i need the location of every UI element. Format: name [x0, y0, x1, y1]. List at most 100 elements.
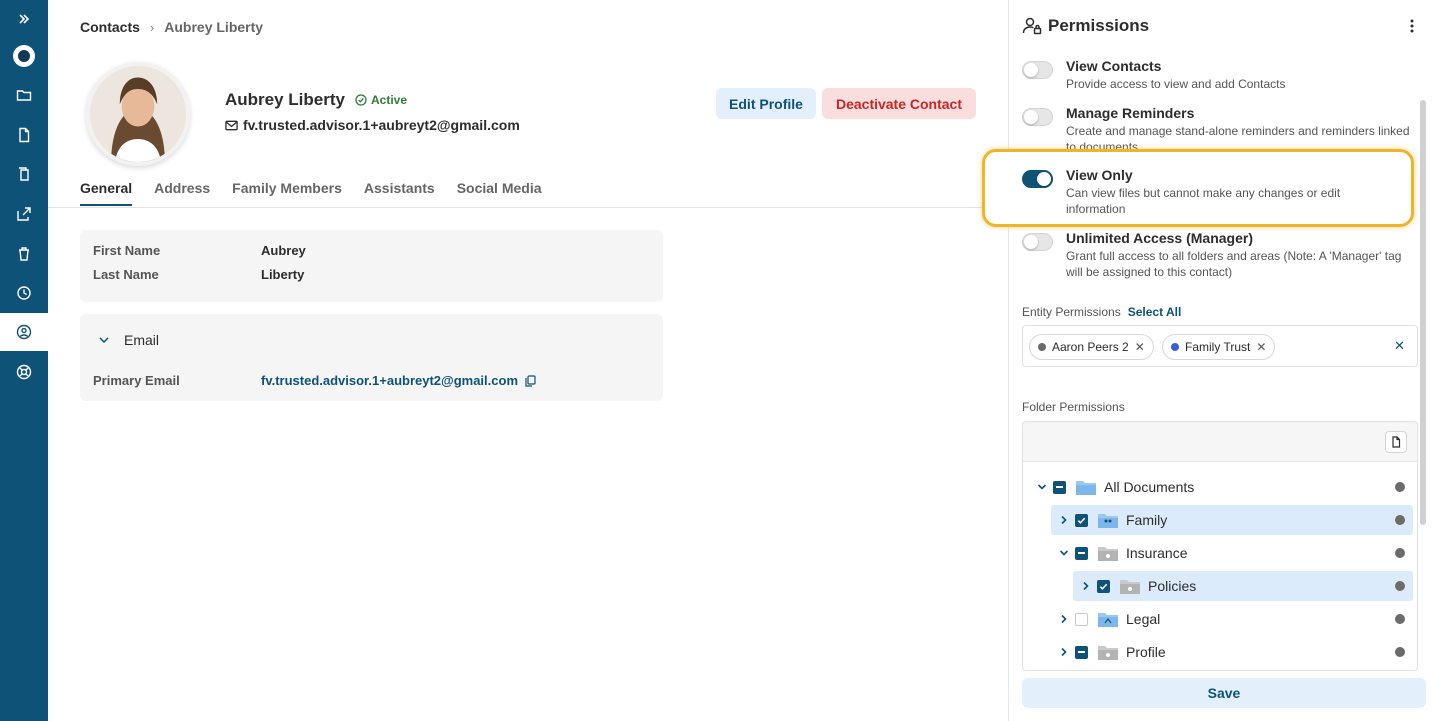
copy-icon[interactable]	[0, 155, 48, 193]
new-file-icon[interactable]	[1385, 431, 1407, 453]
folder-status-dot	[1395, 515, 1405, 525]
locked-folder-icon	[1098, 546, 1118, 561]
tab-general[interactable]: General	[80, 180, 133, 206]
edit-profile-button[interactable]: Edit Profile	[716, 88, 816, 119]
primary-email-link[interactable]: fv.trusted.advisor.1+aubreyt2@gmail.com	[261, 373, 536, 388]
more-options-icon[interactable]	[1404, 16, 1420, 36]
expand-icon[interactable]	[0, 0, 48, 38]
entity-chip-label: Aaron Peers 2	[1052, 340, 1129, 354]
view-contacts-toggle[interactable]	[1022, 61, 1053, 79]
save-button[interactable]: Save	[1022, 678, 1426, 708]
tree-row-family[interactable]: Family	[1051, 505, 1413, 535]
permission-description: Provide access to view and add Contacts	[1066, 77, 1286, 91]
mail-icon	[225, 120, 238, 130]
avatar	[86, 62, 190, 166]
entity-permissions-text: Entity Permissions	[1022, 305, 1121, 319]
folder-name: Profile	[1126, 644, 1166, 660]
breadcrumb-current: Aubrey Liberty	[164, 19, 264, 35]
permissions-title: Permissions	[1022, 16, 1149, 36]
document-icon[interactable]	[0, 116, 48, 154]
folder-checkbox[interactable]	[1075, 513, 1088, 527]
legal-folder-icon	[1098, 612, 1118, 627]
profile-name: Aubrey Liberty	[225, 90, 345, 109]
chevron-down-icon[interactable]	[1037, 482, 1047, 492]
last-name-value: Liberty	[261, 267, 305, 282]
family-folder-icon	[1098, 513, 1118, 528]
folder-checkbox[interactable]	[1097, 579, 1110, 593]
folder-name: All Documents	[1104, 479, 1195, 495]
unlimited-access-toggle[interactable]	[1022, 233, 1053, 251]
shield-logo-icon[interactable]	[13, 45, 35, 67]
chevron-right-icon[interactable]	[1059, 614, 1069, 624]
primary-email-value[interactable]: fv.trusted.advisor.1+aubreyt2@gmail.com	[261, 373, 518, 388]
permission-name: View Only	[1066, 167, 1133, 183]
status-badge: Active	[355, 93, 407, 107]
entity-chip: Family Trust ✕	[1162, 334, 1276, 360]
status-label: Active	[370, 93, 408, 107]
email-section-title: Email	[124, 332, 160, 348]
clock-icon[interactable]	[0, 274, 48, 312]
folder-status-dot	[1395, 482, 1405, 492]
folder-status-dot	[1395, 548, 1405, 558]
tab-social-media[interactable]: Social Media	[457, 180, 542, 206]
clear-entities-icon[interactable]: ✕	[1394, 338, 1405, 354]
tree-row-legal[interactable]: Legal	[1059, 604, 1413, 634]
folder-checkbox[interactable]	[1075, 612, 1088, 626]
contacts-icon[interactable]	[0, 313, 48, 351]
entity-chip-label: Family Trust	[1185, 340, 1251, 354]
permission-name: Unlimited Access (Manager)	[1066, 230, 1253, 246]
help-icon[interactable]	[0, 353, 48, 391]
primary-email-label: Primary Email	[93, 373, 180, 388]
chevron-right-icon[interactable]	[1059, 647, 1069, 657]
folder-tree: All Documents Family Insurance Policies	[1022, 421, 1418, 671]
deactivate-contact-button[interactable]: Deactivate Contact	[822, 88, 976, 119]
entity-color-dot	[1038, 343, 1046, 351]
profile-email: fv.trusted.advisor.1+aubreyt2@gmail.com	[225, 117, 520, 133]
folder-name: Insurance	[1126, 545, 1188, 561]
email-section-header[interactable]: Email	[98, 332, 159, 348]
tree-row-policies[interactable]: Policies	[1073, 571, 1413, 601]
tab-family-members[interactable]: Family Members	[232, 180, 342, 206]
view-only-toggle[interactable]	[1022, 170, 1053, 188]
folder-status-dot	[1395, 614, 1405, 624]
permissions-title-text: Permissions	[1048, 16, 1150, 35]
remove-chip-icon[interactable]: ✕	[1256, 340, 1266, 354]
permission-description: Grant full access to all folders and are…	[1066, 249, 1402, 279]
folder-name: Family	[1126, 512, 1168, 528]
chevron-right-icon: ›	[149, 19, 155, 35]
first-name-label: First Name	[93, 243, 161, 258]
chevron-right-icon[interactable]	[1081, 581, 1091, 591]
folder-icon[interactable]	[0, 76, 48, 114]
folder-icon	[1076, 480, 1096, 495]
remove-chip-icon[interactable]: ✕	[1135, 340, 1145, 354]
breadcrumb-contacts-link[interactable]: Contacts	[80, 19, 140, 35]
entity-chip: Aaron Peers 2 ✕	[1029, 334, 1154, 360]
tree-row-profile[interactable]: Profile	[1059, 637, 1413, 667]
permission-name: View Contacts	[1066, 58, 1162, 74]
folder-checkbox[interactable]	[1075, 546, 1088, 560]
profile-tabs: General Address Family Members Assistant…	[80, 180, 542, 206]
permissions-scrollbar[interactable]	[1420, 100, 1426, 525]
folder-checkbox[interactable]	[1053, 480, 1066, 494]
tab-address[interactable]: Address	[154, 180, 210, 206]
chevron-down-icon	[99, 337, 109, 344]
locked-folder-icon	[1098, 645, 1118, 660]
entity-select[interactable]: Aaron Peers 2 ✕ Family Trust ✕	[1022, 325, 1418, 367]
last-name-label: Last Name	[93, 267, 159, 282]
check-circle-icon	[355, 94, 367, 106]
share-icon[interactable]	[0, 195, 48, 233]
manage-reminders-toggle[interactable]	[1022, 108, 1053, 126]
folder-checkbox[interactable]	[1075, 645, 1088, 659]
profile-header: Aubrey Liberty Active	[225, 90, 407, 110]
chevron-down-icon[interactable]	[1059, 548, 1069, 558]
trash-icon[interactable]	[0, 235, 48, 273]
tree-row-insurance[interactable]: Insurance	[1059, 538, 1413, 568]
tabs-divider	[48, 207, 1008, 208]
profile-email-text: fv.trusted.advisor.1+aubreyt2@gmail.com	[243, 117, 520, 133]
select-all-link[interactable]: Select All	[1128, 305, 1182, 319]
tree-row-all-documents[interactable]: All Documents	[1037, 472, 1417, 502]
entity-color-dot	[1171, 343, 1179, 351]
chevron-right-icon[interactable]	[1059, 515, 1069, 525]
tab-assistants[interactable]: Assistants	[364, 180, 435, 206]
copy-icon[interactable]	[524, 374, 536, 387]
